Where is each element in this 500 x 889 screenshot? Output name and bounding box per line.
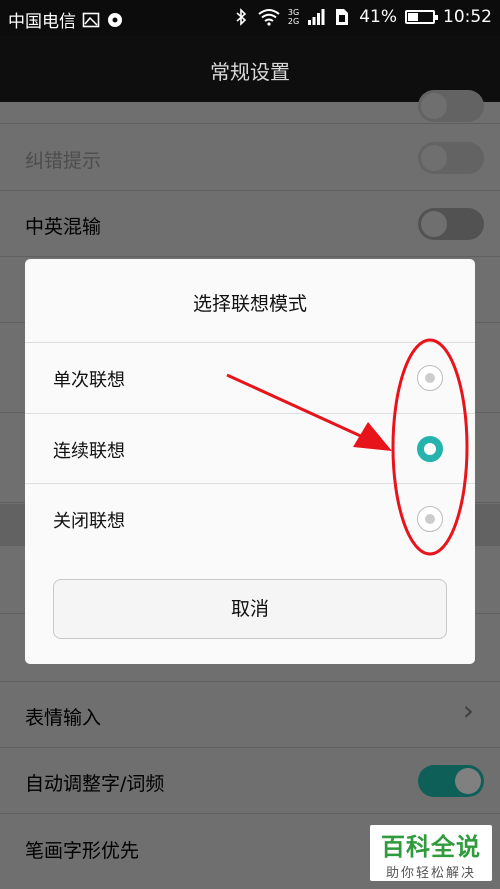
watermark-subtitle: 助你轻松解决 <box>385 866 476 881</box>
auto-adjust-toggle[interactable] <box>418 765 484 797</box>
radio-dot <box>425 373 435 383</box>
partial-toggle[interactable] <box>418 90 484 122</box>
settings-row-spell-hint[interactable]: 纠错提示 <box>0 124 500 191</box>
emoji-input-label: 表情输入 <box>25 707 102 729</box>
option-continuous[interactable]: 连续联想 <box>25 413 475 484</box>
battery-icon <box>405 10 438 24</box>
option-label: 单次联想 <box>53 370 125 391</box>
radio-button[interactable] <box>417 436 443 462</box>
association-mode-dialog: 选择联想模式 单次联想 连续联想 关闭联想 取消 <box>25 259 475 664</box>
network-type: 3G 2G <box>287 8 300 26</box>
clock: 10:52 <box>443 7 492 27</box>
cn-en-mix-toggle[interactable] <box>418 208 484 240</box>
option-label: 连续联想 <box>53 441 125 462</box>
toggle-knob <box>421 211 447 237</box>
option-single[interactable]: 单次联想 <box>25 342 475 413</box>
spell-hint-label: 纠错提示 <box>25 150 102 172</box>
stroke-priority-label: 笔画字形优先 <box>25 840 140 862</box>
image-icon <box>82 12 100 27</box>
signal-icon <box>308 9 325 25</box>
option-off[interactable]: 关闭联想 <box>25 483 475 554</box>
watermark-logo: 百科全说 助你轻松解决 <box>370 825 492 881</box>
dialog-title: 选择联想模式 <box>192 293 307 315</box>
settings-row-partial[interactable] <box>0 90 500 124</box>
battery-percent: 41% <box>359 7 397 27</box>
battery-level <box>408 13 418 21</box>
cn-en-mix-label: 中英混输 <box>25 216 102 238</box>
settings-row-emoji[interactable]: 表情输入 › <box>0 682 500 748</box>
watermark-title: 百科全说 <box>381 833 481 861</box>
toggle-knob <box>455 768 481 794</box>
chevron-right-icon: › <box>462 694 474 727</box>
radio-dot <box>426 445 434 453</box>
option-label: 关闭联想 <box>53 511 125 532</box>
spell-hint-toggle[interactable] <box>418 142 484 174</box>
settings-row-auto-adjust[interactable]: 自动调整字/词频 <box>0 748 500 814</box>
toggle-knob <box>421 145 447 171</box>
toggle-knob <box>421 93 447 119</box>
radio-button[interactable] <box>417 506 443 532</box>
notification-icon <box>108 12 122 27</box>
settings-row-cn-en-mix[interactable]: 中英混输 <box>0 191 500 257</box>
wifi-icon <box>258 9 280 26</box>
status-bar: 中国电信 3G 2G 41% 10:52 <box>0 0 500 36</box>
auto-adjust-label: 自动调整字/词频 <box>25 773 165 795</box>
page-title: 常规设置 <box>210 60 290 84</box>
radio-dot <box>425 514 435 524</box>
cancel-button[interactable]: 取消 <box>53 579 447 639</box>
radio-button[interactable] <box>417 365 443 391</box>
bluetooth-icon <box>236 8 247 26</box>
carrier-label: 中国电信 <box>8 12 76 32</box>
sim-icon <box>336 9 349 25</box>
